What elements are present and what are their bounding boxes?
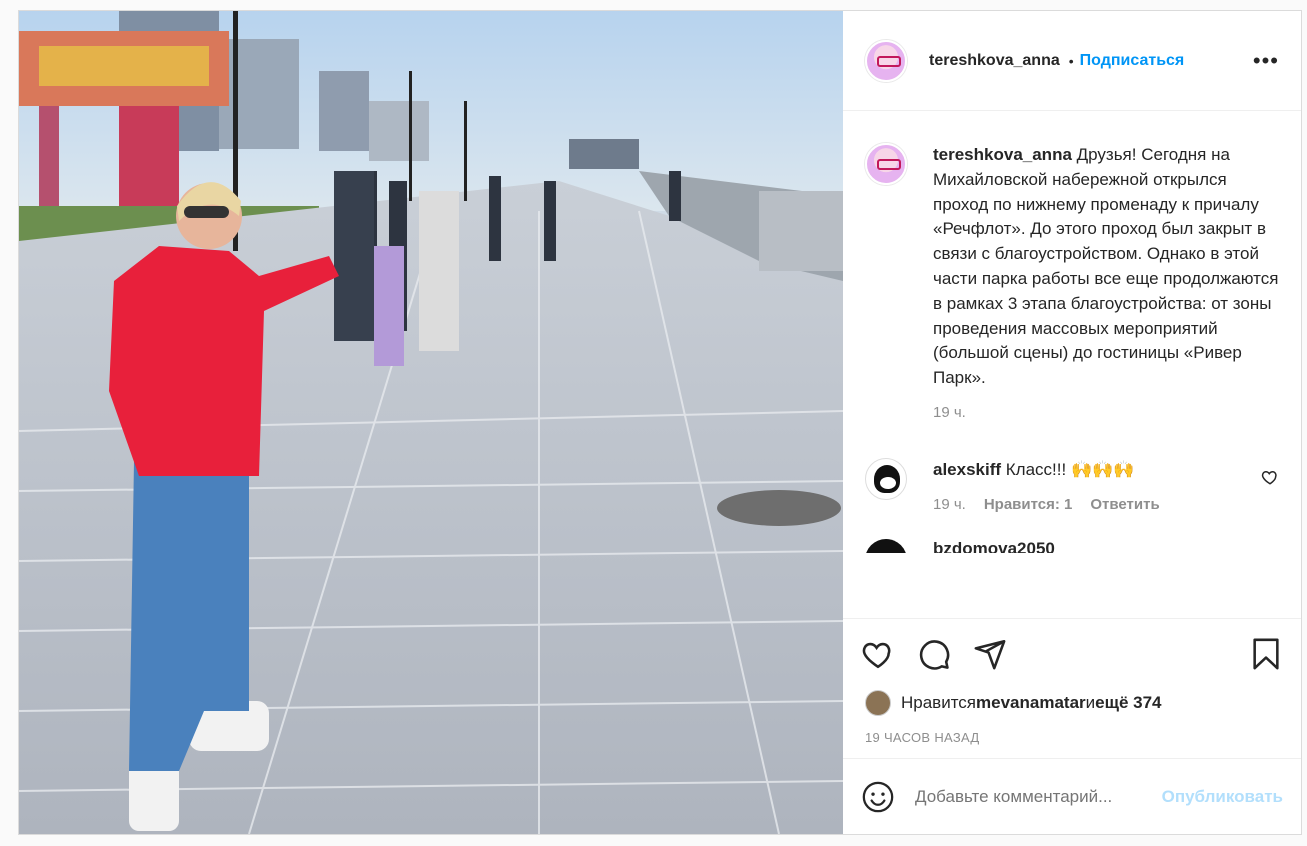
author-avatar[interactable] — [865, 39, 907, 82]
likes-summary: Нравится mevanamatar и ещё 374 — [843, 688, 1301, 718]
action-bar — [843, 618, 1301, 688]
comment-item-partial: bzdomova2050 — [865, 539, 1279, 554]
liker-username[interactable]: mevanamatar — [976, 693, 1086, 713]
comment-time[interactable]: 19 ч. — [933, 493, 966, 518]
comment-username[interactable]: alexskiff — [933, 460, 1001, 479]
reply-button[interactable]: Ответить — [1090, 493, 1159, 518]
caption-username[interactable]: tereshkova_anna — [933, 145, 1072, 164]
commenter-avatar[interactable] — [865, 457, 907, 500]
comment-meta: 19 ч. Нравится: 1 Ответить — [933, 493, 1261, 518]
instagram-post: tereshkova_anna • Подписаться ••• teresh… — [18, 10, 1302, 835]
post-photo-image — [19, 11, 843, 834]
comment-username[interactable]: bzdomova2050 — [933, 539, 1055, 553]
post-header: tereshkova_anna • Подписаться ••• — [843, 11, 1301, 111]
comments-section[interactable]: tereshkova_anna Друзья! Сегодня на Михай… — [843, 111, 1301, 618]
caption: tereshkova_anna Друзья! Сегодня на Михай… — [865, 143, 1279, 426]
follow-button[interactable]: Подписаться — [1080, 52, 1185, 70]
likes-prefix: Нравится — [901, 693, 977, 712]
likes-connector: и — [1085, 693, 1096, 712]
likes-count-link[interactable]: ещё 374 — [1095, 693, 1161, 713]
save-bookmark-icon[interactable] — [1249, 637, 1283, 671]
like-heart-icon[interactable] — [861, 637, 895, 671]
publish-button[interactable]: Опубликовать — [1162, 787, 1283, 807]
caption-author-avatar[interactable] — [865, 143, 907, 185]
post-photo[interactable] — [19, 11, 843, 834]
caption-text: Друзья! Сегодня на Михайловской набережн… — [933, 145, 1279, 388]
share-send-icon[interactable] — [973, 637, 1007, 671]
caption-meta: 19 ч. — [933, 401, 1279, 426]
comment-bubble-icon[interactable] — [917, 637, 951, 671]
post-timestamp[interactable]: 19 ЧАСОВ НАЗАД — [843, 730, 1301, 758]
separator-dot: • — [1068, 52, 1074, 69]
caption-time[interactable]: 19 ч. — [933, 401, 966, 426]
comment-like-heart-icon[interactable] — [1261, 468, 1279, 486]
comment-item: alexskiff Класс!!! 🙌🙌🙌 19 ч. Нравится: 1… — [865, 457, 1279, 518]
comment-input[interactable] — [915, 786, 1162, 807]
comment-text: Класс!!! 🙌🙌🙌 — [1001, 459, 1135, 479]
post-sidebar: tereshkova_anna • Подписаться ••• teresh… — [843, 11, 1301, 834]
comment-likes[interactable]: Нравится: 1 — [984, 493, 1073, 518]
commenter-avatar[interactable] — [865, 539, 907, 554]
author-username[interactable]: tereshkova_anna — [929, 52, 1060, 70]
emoji-smile-icon[interactable] — [861, 780, 895, 814]
more-options-icon[interactable]: ••• — [1253, 48, 1279, 74]
liker-avatar[interactable] — [865, 690, 891, 716]
comment-composer: Опубликовать — [843, 758, 1301, 834]
